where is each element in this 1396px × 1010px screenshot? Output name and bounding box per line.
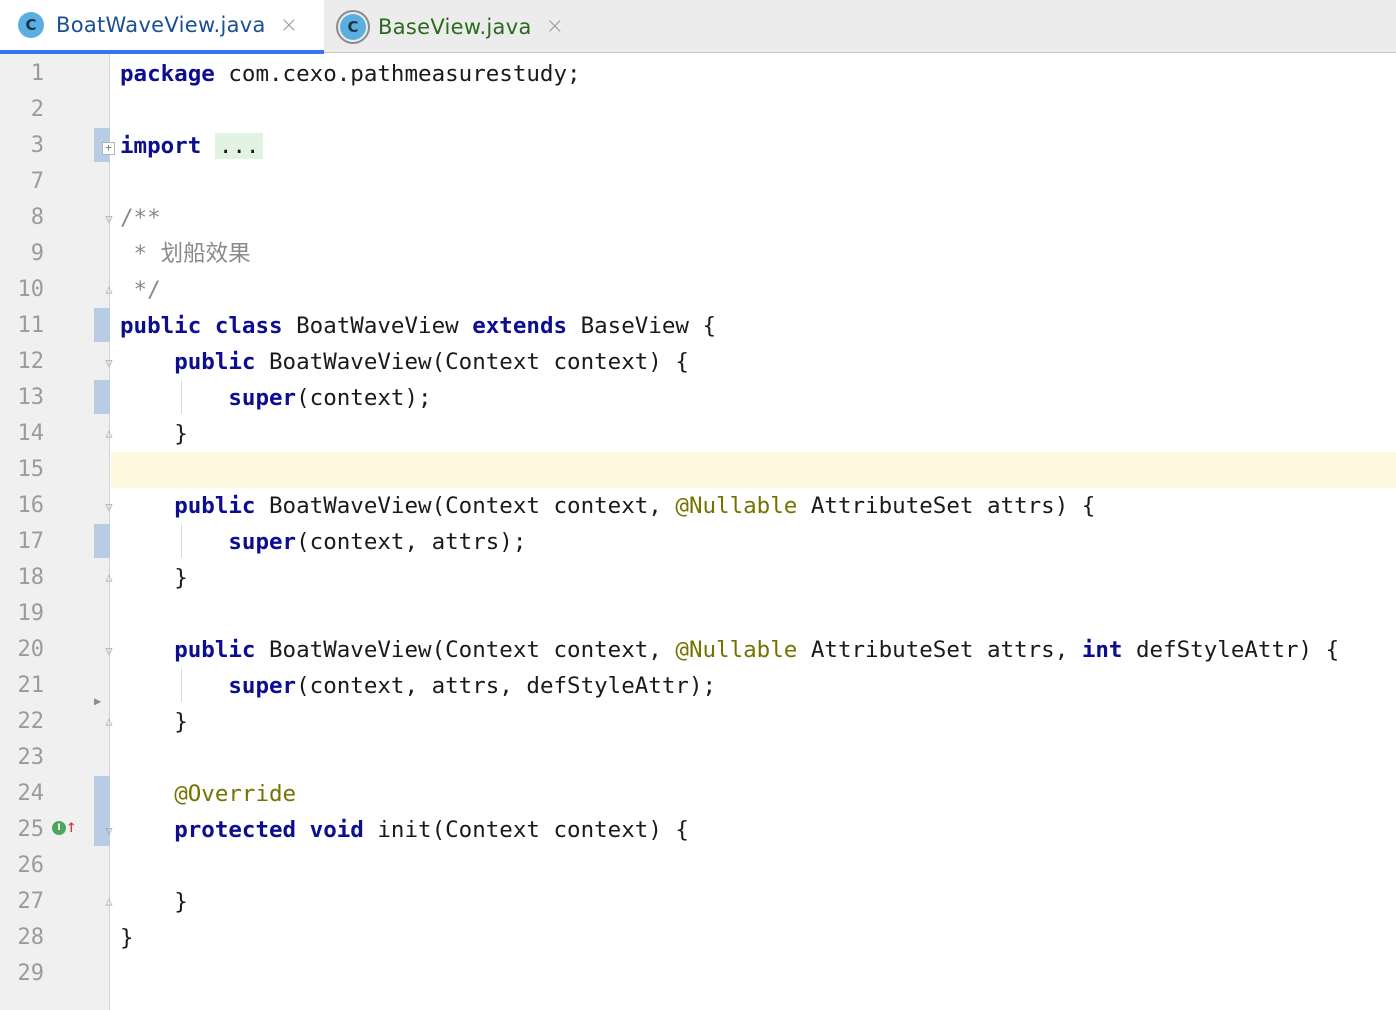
java-class-icon: C (18, 12, 44, 38)
vcs-change-marker[interactable] (94, 308, 110, 342)
line-number: 12 (17, 349, 45, 374)
line-number: 24 (17, 781, 45, 806)
tab-baseview[interactable]: C BaseView.java × (324, 0, 586, 53)
line-number: 8 (30, 205, 44, 230)
close-icon[interactable]: × (280, 13, 298, 38)
run-gutter-arrow-icon[interactable]: ▶ (94, 694, 101, 708)
override-arrow-icon[interactable]: ↑ (66, 818, 77, 836)
code-line[interactable]: } (111, 920, 1396, 956)
line-number: 19 (17, 601, 45, 626)
code-line[interactable]: } (111, 884, 1396, 920)
line-number: 25 (17, 817, 45, 842)
vcs-change-marker[interactable] (94, 524, 110, 558)
line-number: 18 (17, 565, 45, 590)
code-line[interactable]: import ... (111, 128, 1396, 164)
line-number: 29 (17, 961, 45, 986)
line-number: 3 (30, 133, 44, 158)
code-line[interactable]: */ (111, 272, 1396, 308)
editor-gutter[interactable]: 1 2 3 7 8 9 10 11 12 13 14 15 16 17 18 1… (0, 54, 115, 1010)
code-line[interactable]: super(context); (111, 380, 1396, 416)
editor-tab-bar: C BoatWaveView.java × C BaseView.java × (0, 0, 1396, 54)
line-number: 23 (17, 745, 45, 770)
code-line[interactable]: public class BoatWaveView extends BaseVi… (111, 308, 1396, 344)
close-icon[interactable]: × (546, 14, 564, 39)
line-number: 10 (17, 277, 45, 302)
line-number: 2 (30, 97, 44, 122)
code-line[interactable]: /** (111, 200, 1396, 236)
code-line[interactable]: * 划船效果 (111, 236, 1396, 272)
line-number: 21 (17, 673, 45, 698)
code-line[interactable]: public BoatWaveView(Context context, @Nu… (111, 632, 1396, 668)
tab-boatwaveview[interactable]: C BoatWaveView.java × (0, 0, 324, 54)
line-number: 26 (17, 853, 45, 878)
code-line[interactable]: @Override (111, 776, 1396, 812)
tab-label: BaseView.java (378, 14, 532, 39)
code-line[interactable]: } (111, 704, 1396, 740)
line-number: 20 (17, 637, 45, 662)
code-line[interactable]: package com.cexo.pathmeasurestudy; (111, 56, 1396, 92)
line-number: 7 (30, 169, 44, 194)
java-abstract-class-icon: C (340, 13, 366, 40)
line-number: 16 (17, 493, 45, 518)
code-line[interactable]: } (111, 560, 1396, 596)
code-line[interactable]: protected void init(Context context) { (111, 812, 1396, 848)
tab-label: BoatWaveView.java (56, 13, 266, 37)
line-number: 22 (17, 709, 45, 734)
code-editor[interactable]: package com.cexo.pathmeasurestudy; impor… (111, 54, 1396, 1010)
line-number: 1 (30, 61, 44, 86)
line-number: 13 (17, 385, 45, 410)
code-line[interactable]: super(context, attrs); (111, 524, 1396, 560)
vcs-change-marker[interactable] (94, 380, 110, 414)
line-number: 15 (17, 457, 45, 482)
line-number: 27 (17, 889, 45, 914)
line-number: 11 (17, 313, 45, 338)
line-number: 28 (17, 925, 45, 950)
current-line-highlight[interactable] (111, 452, 1396, 488)
line-number: 17 (17, 529, 45, 554)
line-number: 9 (30, 241, 44, 266)
code-line[interactable]: public BoatWaveView(Context context, @Nu… (111, 488, 1396, 524)
code-line[interactable]: public BoatWaveView(Context context) { (111, 344, 1396, 380)
code-line[interactable]: } (111, 416, 1396, 452)
line-number: 14 (17, 421, 45, 446)
code-line[interactable]: super(context, attrs, defStyleAttr); (111, 668, 1396, 704)
folded-imports[interactable]: ... (214, 133, 264, 159)
implements-method-icon[interactable]: I (52, 821, 66, 835)
